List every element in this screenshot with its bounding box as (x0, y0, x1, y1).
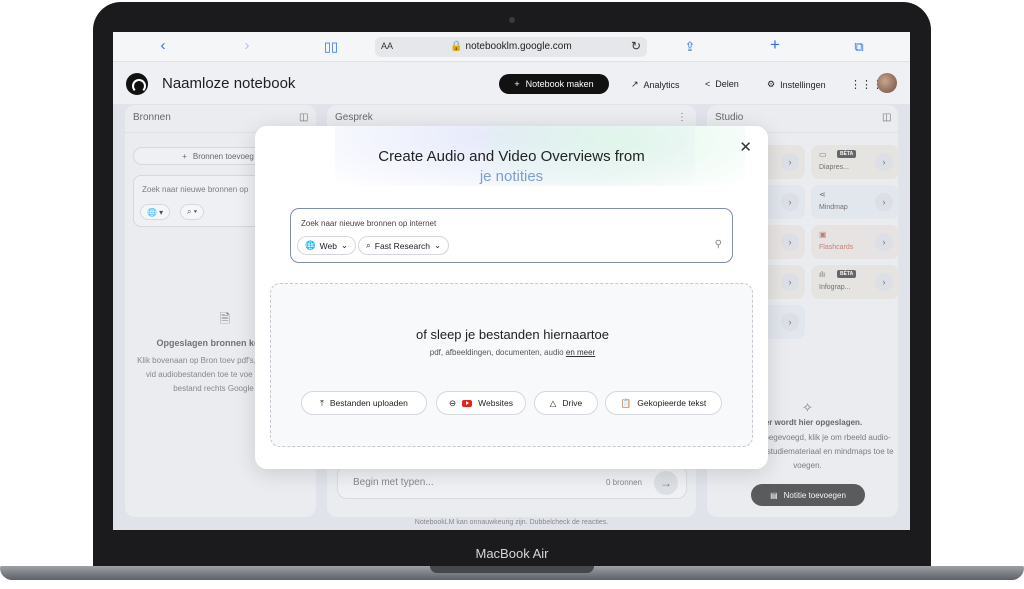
globe-icon: 🌐 (305, 240, 316, 250)
avatar[interactable] (877, 73, 897, 93)
url-value: notebooklm.google.com (465, 41, 572, 52)
device-label: MacBook Air (475, 546, 549, 561)
web-search-placeholder: Zoek naar nieuwe bronnen op internet (301, 219, 437, 228)
file-dropzone[interactable]: of sleep je bestanden hiernaartoe pdf, a… (270, 283, 753, 447)
back-icon[interactable]: ‹ (153, 37, 173, 54)
websites-button[interactable]: ⊖ Websites (436, 391, 526, 415)
reload-icon[interactable]: ↻ (631, 39, 641, 53)
link-icon: ⊖ (449, 397, 457, 408)
clipboard-icon: 📋 (620, 397, 632, 408)
stage: MacBook Air ‹ › ▯▯ AA 🔒 notebooklm.googl… (0, 0, 1024, 589)
share-button[interactable]: < Delen (705, 79, 739, 89)
browser-bar: ‹ › ▯▯ AA 🔒 notebooklm.google.com ↻ ⇪ + … (113, 32, 910, 62)
gear-icon: ⚙ (767, 79, 776, 89)
forward-icon[interactable]: › (237, 37, 257, 54)
share-nodes-icon: < (705, 79, 711, 89)
search-icon[interactable]: ⚲ (715, 239, 722, 250)
screen: ‹ › ▯▯ AA 🔒 notebooklm.google.com ↻ ⇪ + … (113, 32, 910, 530)
analytics-label: Analytics (643, 79, 680, 90)
address-bar[interactable]: AA 🔒 notebooklm.google.com ↻ (375, 37, 647, 57)
chevron-down-icon: ⌄ (434, 240, 442, 250)
upload-icon: ⤒ (320, 397, 324, 408)
research-sparkle-icon: ⌕ (366, 240, 371, 250)
share-label: Delen (715, 79, 739, 89)
laptop-notch (430, 566, 594, 573)
plus-icon: + (514, 79, 520, 89)
url-text: 🔒 notebooklm.google.com (450, 41, 572, 52)
add-sources-modal: ✕ Create Audio and Video Overviews from … (255, 126, 768, 469)
make-notebook-button[interactable]: + Notebook maken (499, 74, 609, 94)
dropzone-file-types: pdf, afbeeldingen, documenten, audio (429, 348, 564, 357)
drive-label: Drive (562, 398, 583, 408)
analytics-button[interactable]: ↗ Analytics (631, 79, 680, 90)
web-source-dropdown[interactable]: 🌐 Web ⌄ (297, 236, 357, 255)
web-search-box[interactable]: Zoek naar nieuwe bronnen op internet 🌐 W… (290, 208, 733, 263)
trending-icon: ↗ (631, 79, 639, 89)
research-mode-dropdown[interactable]: ⌕ Fast Research ⌄ (358, 236, 450, 255)
make-notebook-label: Notebook maken (525, 79, 594, 89)
youtube-icon (462, 399, 473, 407)
dropzone-subtitle: pdf, afbeeldingen, documenten, audio en … (271, 348, 754, 357)
camera (509, 17, 515, 23)
settings-label: Instellingen (780, 79, 826, 90)
more-types-link[interactable]: en meer (566, 348, 595, 357)
app-header: Naamloze notebook + Notebook maken ↗ Ana… (113, 62, 910, 104)
modal-title: Create Audio and Video Overviews from (378, 148, 645, 165)
new-tab-icon[interactable]: + (765, 35, 785, 55)
tabs-icon[interactable]: ⧉ (849, 39, 869, 55)
drive-button[interactable]: △ Drive (534, 391, 598, 415)
share-icon[interactable]: ⇪ (680, 39, 700, 55)
settings-button[interactable]: ⚙ Instellingen (767, 79, 826, 90)
drive-icon: △ (549, 397, 557, 408)
websites-label: Websites (478, 398, 513, 408)
notebooklm-logo-icon[interactable] (126, 73, 148, 95)
research-chip-label: Fast Research (374, 240, 431, 251)
modal-subtitle: je notities (479, 168, 544, 185)
pasted-text-button[interactable]: 📋 Gekopieerde tekst (605, 391, 722, 415)
bookmarks-icon[interactable]: ▯▯ (321, 39, 341, 55)
web-chip-label: Web (319, 240, 337, 251)
upload-files-label: Bestanden uploaden (329, 398, 408, 408)
pasted-text-label: Gekopieerde tekst (637, 398, 707, 408)
chevron-down-icon: ⌄ (340, 240, 349, 250)
dropzone-title: of sleep je bestanden hiernaartoe (416, 327, 609, 342)
notebook-title[interactable]: Naamloze notebook (162, 75, 295, 92)
upload-files-button[interactable]: ⤒ Bestanden uploaden (301, 391, 427, 415)
